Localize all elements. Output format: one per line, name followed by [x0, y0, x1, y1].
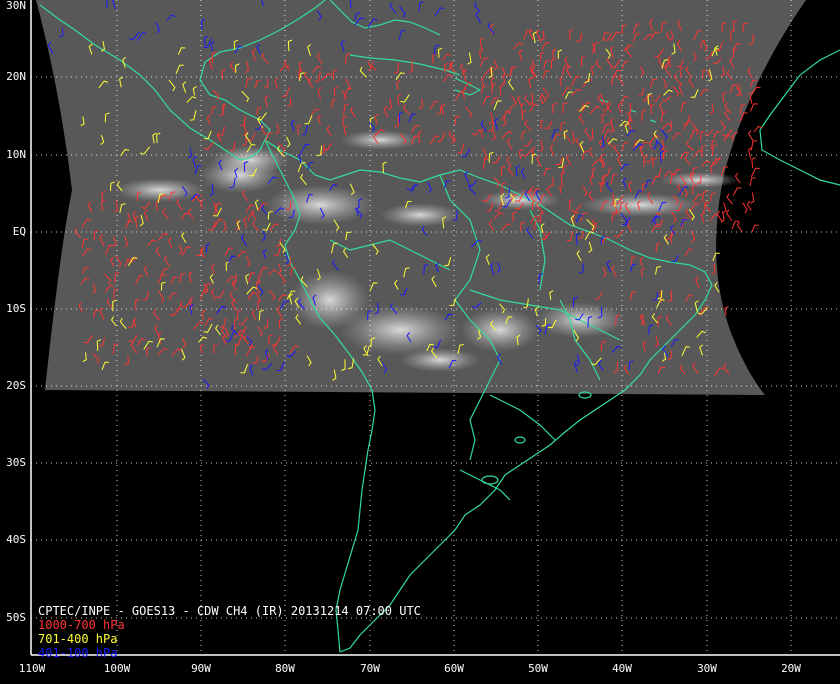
latitude-label: 10S: [6, 302, 26, 315]
longitude-label: 50W: [528, 662, 548, 675]
latitude-label: 10N: [6, 148, 26, 161]
map-frame: [0, 0, 840, 680]
map-canvas: [0, 0, 840, 680]
cloud-patch: [460, 308, 540, 352]
map-caption: CPTEC/INPE - GOES13 - CDW CH4 (IR) 20131…: [38, 604, 421, 660]
longitude-label: 40W: [612, 662, 632, 675]
longitude-label: 80W: [275, 662, 295, 675]
legend-high-level: 401-100 hPa: [38, 646, 118, 660]
latitude-label: EQ: [12, 225, 26, 238]
legend-low-level: 1000-700 hPa: [38, 618, 125, 632]
legend-mid-level: 701-400 hPa: [38, 632, 118, 646]
longitude-label: 100W: [103, 662, 131, 675]
cloud-patch: [380, 203, 460, 227]
longitude-label: 90W: [191, 662, 211, 675]
longitude-label: 60W: [444, 662, 464, 675]
latitude-label: 30N: [6, 0, 26, 12]
cloud-patch: [340, 130, 420, 150]
latitude-label: 50S: [6, 611, 26, 624]
latitude-label: 40S: [6, 533, 26, 546]
latitude-label: 30S: [6, 456, 26, 469]
longitude-label: 110W: [18, 662, 46, 675]
caption-title: CPTEC/INPE - GOES13 - CDW CH4 (IR) 20131…: [38, 604, 421, 618]
latitude-label: 20N: [6, 70, 26, 83]
longitude-label: 70W: [360, 662, 380, 675]
latitude-label: 20S: [6, 379, 26, 392]
cloud-patch: [265, 185, 375, 225]
longitude-label: 30W: [697, 662, 717, 675]
cloud-patch: [400, 348, 480, 372]
cloud-patch: [580, 193, 700, 217]
cloud-patch: [340, 305, 460, 355]
longitude-label: 20W: [781, 662, 801, 675]
